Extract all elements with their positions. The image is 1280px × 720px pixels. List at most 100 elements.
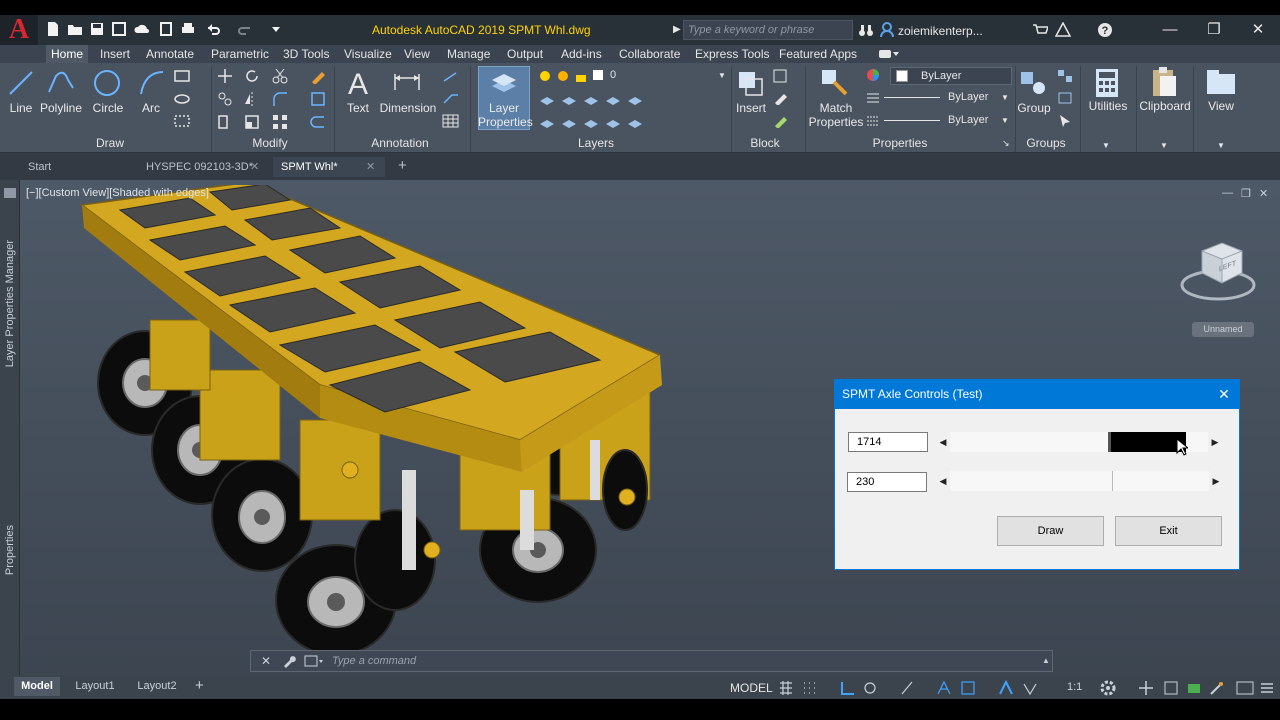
move-icon[interactable] — [217, 68, 233, 84]
rotate-icon[interactable] — [244, 68, 260, 84]
annotation-scale[interactable]: 1:1 — [1067, 681, 1082, 693]
cloud-open-icon[interactable] — [134, 21, 150, 37]
layout-tab-layout1[interactable]: Layout1 — [68, 677, 122, 696]
expand-icon[interactable]: ▶ — [673, 24, 681, 35]
tab-annotate[interactable]: Annotate — [141, 45, 199, 63]
stretch-icon[interactable] — [217, 114, 233, 130]
palette-grip-icon[interactable] — [4, 188, 16, 198]
mirror-icon[interactable] — [244, 91, 260, 107]
polyline-button[interactable]: Polyline — [38, 101, 84, 115]
tab-collaborate[interactable]: Collaborate — [614, 45, 685, 63]
tab-home[interactable]: Home — [46, 45, 89, 63]
cloud-save-icon[interactable] — [158, 21, 174, 37]
close-button[interactable]: ✕ — [1236, 15, 1280, 45]
viewport-minimize-icon[interactable]: — — [1222, 187, 1233, 199]
layout-tab-layout2[interactable]: Layout2 — [130, 677, 184, 696]
add-layout-icon[interactable]: + — [195, 677, 204, 694]
linetype-dropdown[interactable]: ByLayer — [882, 89, 1012, 107]
gear-icon[interactable] — [1100, 680, 1116, 696]
customize-qa-icon[interactable] — [268, 21, 284, 37]
layer-tools-row1-icon[interactable] — [538, 91, 644, 107]
isolate-icon[interactable] — [1163, 680, 1179, 696]
match-properties-button[interactable]: Match Properties — [808, 101, 864, 129]
a360-icon[interactable] — [1055, 22, 1071, 38]
annotation-panel-title[interactable]: Annotation — [360, 136, 440, 152]
hardware-accel-icon[interactable] — [1186, 680, 1202, 696]
close-icon[interactable]: ✕ — [261, 654, 271, 668]
scroll-right-icon[interactable]: ▶ — [1209, 471, 1223, 491]
command-input[interactable]: Type a command — [332, 655, 416, 667]
minimize-button[interactable]: — — [1148, 15, 1192, 45]
view-icon[interactable] — [1206, 68, 1236, 96]
dialog-launcher-icon[interactable]: ↘ — [1002, 138, 1010, 149]
layout-tab-model[interactable]: Model — [14, 677, 60, 696]
chevron-down-icon[interactable]: ▼ — [1217, 141, 1225, 150]
text-button[interactable]: Text — [342, 101, 374, 115]
dimension-icon[interactable] — [392, 68, 422, 98]
command-prompt-icon[interactable] — [304, 654, 324, 668]
arc-button[interactable]: Arc — [137, 101, 165, 115]
color-dropdown[interactable]: ByLayer — [890, 67, 1012, 85]
axle-value-field-2[interactable]: 230 — [847, 472, 927, 492]
search-input[interactable]: Type a keyword or phrase — [683, 20, 853, 40]
copy-icon[interactable] — [217, 91, 233, 107]
new-icon[interactable] — [45, 21, 61, 37]
draw-panel-title[interactable]: Draw — [60, 136, 160, 152]
save-icon[interactable] — [89, 21, 105, 37]
tab-3d-tools[interactable]: 3D Tools — [278, 45, 334, 63]
tab-add-ins[interactable]: Add-ins — [556, 45, 607, 63]
clipboard-button[interactable]: Clipboard — [1138, 99, 1192, 113]
lineweight-dropdown[interactable]: ByLayer — [882, 112, 1012, 130]
layer-tools-row2-icon[interactable] — [538, 114, 644, 130]
tab-insert[interactable]: Insert — [95, 45, 135, 63]
create-block-icon[interactable] — [773, 69, 789, 83]
slider-thumb-2[interactable] — [1111, 471, 1122, 491]
edit-block-icon[interactable] — [773, 91, 789, 105]
group-select-icon[interactable] — [1057, 114, 1073, 128]
user-name[interactable]: zoiemikenterp... — [898, 24, 983, 38]
trim-icon[interactable] — [272, 68, 288, 84]
help-icon[interactable]: ? — [1097, 22, 1113, 38]
match-properties-icon[interactable] — [820, 68, 850, 98]
tab-express-tools[interactable]: Express Tools — [690, 45, 774, 63]
dialog-close-button[interactable]: ✕ — [1212, 384, 1236, 404]
arc-icon[interactable] — [137, 68, 167, 98]
axle-value-field-1[interactable]: 1714 — [848, 432, 928, 452]
circle-icon[interactable] — [92, 68, 122, 98]
chevron-down-icon[interactable]: ▼ — [1160, 141, 1168, 150]
line-icon[interactable] — [6, 68, 36, 98]
group-icon[interactable] — [1019, 68, 1049, 98]
properties-palette[interactable]: Properties — [4, 525, 16, 575]
exit-button[interactable]: Exit — [1115, 516, 1222, 546]
tab-parametric[interactable]: Parametric — [206, 45, 274, 63]
chevron-down-icon[interactable]: ▼ — [718, 71, 726, 80]
leader-icon[interactable] — [442, 69, 460, 83]
scroll-left-icon[interactable]: ◀ — [936, 471, 950, 491]
ungroup-icon[interactable] — [1057, 69, 1073, 83]
array-icon[interactable] — [272, 114, 288, 130]
viewport-close-icon[interactable]: ✕ — [1259, 187, 1268, 200]
insert-button[interactable]: Insert — [734, 101, 768, 115]
maximize-button[interactable]: ❐ — [1192, 15, 1236, 45]
plot-icon[interactable] — [180, 21, 196, 37]
user-icon[interactable] — [880, 22, 894, 38]
erase-icon[interactable] — [310, 68, 326, 84]
text-icon[interactable]: A — [343, 68, 373, 98]
open-icon[interactable] — [67, 21, 83, 37]
plus-icon[interactable] — [1138, 680, 1154, 696]
offset-icon[interactable] — [310, 114, 326, 130]
chevron-down-icon[interactable]: ▼ — [1001, 116, 1009, 125]
group-button[interactable]: Group — [1017, 101, 1051, 115]
close-tab-icon[interactable]: ✕ — [366, 160, 375, 173]
slider-thumb-1[interactable] — [1108, 432, 1187, 452]
scroll-left-icon[interactable]: ◀ — [936, 432, 950, 452]
clean-screen-icon[interactable] — [1209, 680, 1225, 696]
axle-slider-2[interactable] — [950, 471, 1209, 491]
layers-panel-title[interactable]: Layers — [556, 136, 636, 152]
calculator-icon[interactable] — [1094, 68, 1120, 98]
layer-properties-manager-palette[interactable]: Layer Properties Manager — [4, 240, 16, 367]
rectangle-icon[interactable] — [173, 69, 191, 83]
model-space-button[interactable]: MODEL — [730, 681, 773, 695]
fullscreen-icon[interactable] — [1236, 680, 1254, 696]
save-as-icon[interactable] — [111, 21, 127, 37]
